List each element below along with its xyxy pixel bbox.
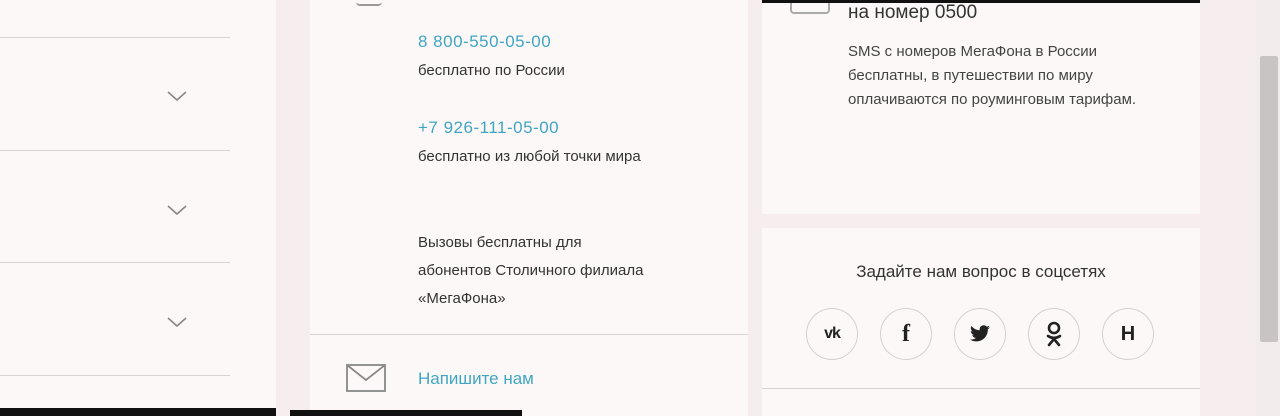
envelope-icon xyxy=(346,364,386,392)
phone-note: бесплатно из любой точки мира xyxy=(418,148,641,165)
odnoklassniki-button[interactable] xyxy=(1028,308,1080,360)
twitter-button[interactable] xyxy=(954,308,1006,360)
habr-button[interactable]: H xyxy=(1102,308,1154,360)
bottom-edge-bar xyxy=(290,410,522,416)
accordion-item-3[interactable] xyxy=(0,263,230,375)
accordion-item-2[interactable] xyxy=(0,151,230,263)
twitter-icon xyxy=(970,325,990,342)
chevron-down-icon xyxy=(167,91,187,102)
chevron-down-icon xyxy=(167,317,187,328)
habr-icon: H xyxy=(1120,322,1136,345)
phone-icon xyxy=(356,0,382,6)
sms-title: на номер 0500 xyxy=(848,2,978,23)
divider xyxy=(762,388,1200,389)
phones-footnote: Вызовы бесплатны для абонентов Столичног… xyxy=(418,234,644,307)
vk-icon: vk xyxy=(824,325,841,342)
divider xyxy=(310,334,748,335)
faq-accordion xyxy=(0,0,276,416)
phone-note: бесплатно по России xyxy=(418,62,565,79)
phone-link-world[interactable]: +7 926-111-05-00 xyxy=(418,118,559,138)
bottom-edge-bar xyxy=(0,408,276,416)
chevron-down-icon xyxy=(167,205,187,216)
phones-card: 8 800-550-05-00 бесплатно по России +7 9… xyxy=(310,0,748,416)
social-title: Задайте нам вопрос в соцсетях xyxy=(856,262,1106,281)
sms-card: на номер 0500 SMS с номеров МегаФона в Р… xyxy=(762,0,1200,214)
phone-link-russia[interactable]: 8 800-550-05-00 xyxy=(418,32,551,52)
write-to-us-link[interactable]: Напишите нам xyxy=(418,369,534,389)
facebook-icon: f xyxy=(902,320,910,347)
accordion-item-1[interactable] xyxy=(0,38,230,150)
accordion-divider xyxy=(0,375,230,376)
facebook-button[interactable]: f xyxy=(880,308,932,360)
odnoklassniki-icon xyxy=(1046,321,1062,347)
top-edge-bar xyxy=(762,0,1200,3)
vk-button[interactable]: vk xyxy=(806,308,858,360)
sms-description: SMS с номеров МегаФона в России бесплатн… xyxy=(848,43,1137,108)
scrollbar-thumb[interactable] xyxy=(1260,56,1278,342)
social-buttons: vk f H xyxy=(806,308,1154,360)
social-card: Задайте нам вопрос в соцсетях vk f H xyxy=(762,228,1200,416)
